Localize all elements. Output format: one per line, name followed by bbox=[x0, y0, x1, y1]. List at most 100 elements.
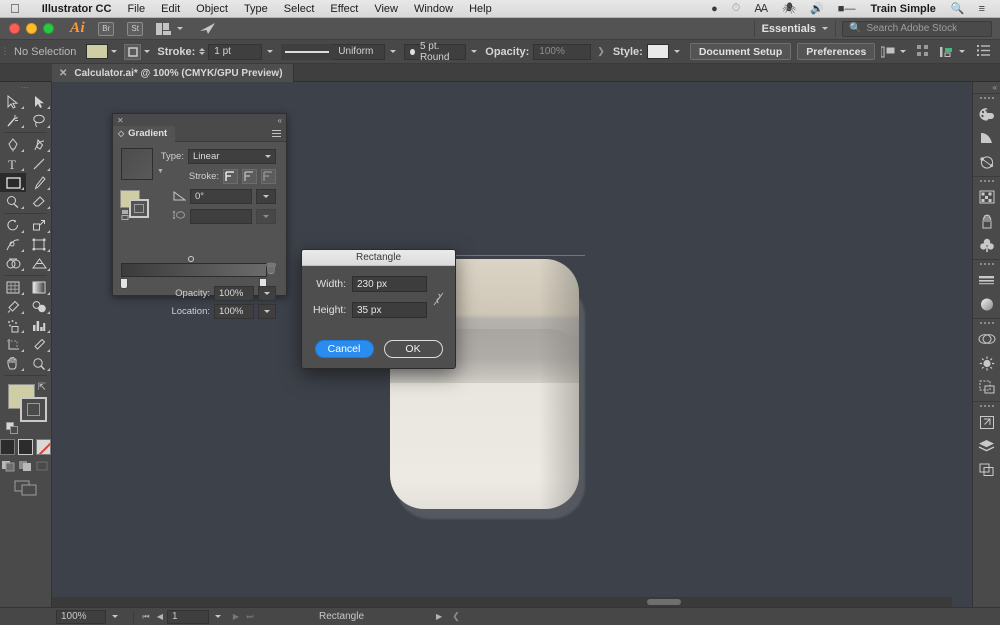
stroke-weight-dropdown-icon[interactable] bbox=[267, 50, 273, 53]
gradient-preview-dropdown-icon[interactable]: ▼ bbox=[157, 168, 164, 175]
transform-icon[interactable] bbox=[881, 46, 906, 58]
ok-button[interactable]: OK bbox=[384, 340, 443, 358]
gradient-angle-field[interactable]: 0° bbox=[190, 189, 252, 204]
close-panel-icon[interactable]: ✕ bbox=[117, 116, 124, 125]
menu-edit[interactable]: Edit bbox=[153, 3, 188, 15]
fill-color-control[interactable] bbox=[86, 44, 117, 59]
gradient-location-dropdown[interactable] bbox=[258, 304, 276, 319]
none-icon[interactable] bbox=[36, 439, 51, 455]
height-input[interactable]: 35 px bbox=[352, 302, 427, 318]
draw-normal-icon[interactable] bbox=[2, 460, 15, 472]
default-fill-stroke-icon[interactable] bbox=[6, 422, 19, 434]
vpn-icon[interactable]: 🕷 bbox=[775, 2, 803, 15]
search-input[interactable]: 🔍 Search Adobe Stock bbox=[842, 21, 992, 37]
color-themes-panel-icon[interactable] bbox=[973, 150, 1000, 174]
fill-swatch[interactable] bbox=[86, 44, 108, 59]
status-collapse-icon[interactable]: ❮ bbox=[452, 611, 460, 622]
graphic-styles-panel-icon[interactable] bbox=[973, 375, 1000, 399]
swatches-panel-icon[interactable] bbox=[973, 185, 1000, 209]
tools-panel-grip[interactable]: ⋯ bbox=[0, 82, 51, 92]
gradient-tool[interactable] bbox=[26, 278, 52, 297]
apply-gradient-across-stroke[interactable] bbox=[261, 169, 276, 184]
brush-definition-dropdown-icon[interactable] bbox=[471, 50, 477, 53]
menu-app-name[interactable]: Illustrator CC bbox=[34, 3, 120, 15]
collapse-panel-icon[interactable]: « bbox=[278, 116, 282, 125]
line-segment-tool[interactable] bbox=[26, 154, 52, 173]
canvas-horizontal-scrollbar[interactable] bbox=[52, 597, 952, 607]
next-artboard-icon[interactable]: ▶ bbox=[229, 612, 243, 621]
opacity-options-icon[interactable]: ❯ bbox=[597, 46, 605, 57]
last-artboard-icon[interactable]: ⏭ bbox=[243, 612, 257, 622]
links-panel-icon[interactable] bbox=[973, 458, 1000, 482]
zoom-tool[interactable] bbox=[26, 354, 52, 373]
artboard-tool[interactable] bbox=[0, 335, 26, 354]
preferences-button[interactable]: Preferences bbox=[797, 43, 875, 60]
pen-tool[interactable] bbox=[0, 135, 26, 154]
transparency-panel-icon[interactable] bbox=[973, 327, 1000, 351]
spotlight-search-icon[interactable]: 🔍 bbox=[944, 2, 972, 15]
battery-icon[interactable]: ■— bbox=[831, 3, 863, 15]
direct-selection-tool[interactable] bbox=[26, 92, 52, 111]
gradient-stroke-box[interactable] bbox=[129, 199, 149, 218]
selection-tool[interactable] bbox=[0, 92, 26, 111]
zoom-level-dropdown-icon[interactable] bbox=[112, 615, 118, 618]
document-tab[interactable]: ✕ Calculator.ai* @ 100% (CMYK/GPU Previe… bbox=[52, 64, 294, 82]
bluetooth-icon[interactable]: Ꜳ bbox=[747, 2, 775, 15]
gradient-panel-resize-grip[interactable]: ▫▫▫ bbox=[113, 288, 286, 295]
time-machine-icon[interactable]: ⏱ bbox=[725, 2, 748, 15]
gradient-aspect-field[interactable] bbox=[190, 209, 252, 224]
apply-gradient-along-stroke[interactable] bbox=[242, 169, 257, 184]
stroke-color-swatch[interactable] bbox=[20, 397, 47, 422]
stroke-profile-dropdown-icon[interactable] bbox=[390, 50, 396, 53]
constrain-proportions-icon[interactable] bbox=[433, 291, 444, 310]
dock-group-handle[interactable] bbox=[973, 319, 1000, 327]
brush-definition-field[interactable]: 5 pt. Round bbox=[404, 44, 466, 60]
color-icon[interactable] bbox=[0, 439, 15, 455]
stroke-weight-stepper[interactable] bbox=[199, 48, 205, 55]
cancel-button[interactable]: Cancel bbox=[315, 340, 374, 358]
eyedropper-tool[interactable] bbox=[0, 297, 26, 316]
dropbox-icon[interactable]: ● bbox=[704, 3, 725, 15]
shaper-tool[interactable] bbox=[0, 192, 26, 211]
type-tool[interactable]: T bbox=[0, 154, 26, 173]
zoom-level-field[interactable]: 100% bbox=[56, 610, 106, 624]
dock-group-handle[interactable] bbox=[973, 94, 1000, 102]
close-window-button[interactable] bbox=[9, 23, 20, 34]
gradient-preview-swatch[interactable] bbox=[121, 148, 153, 180]
column-graph-tool[interactable] bbox=[26, 316, 52, 335]
delete-gradient-stop-icon[interactable]: 🗑 bbox=[264, 262, 278, 275]
color-panel-icon[interactable] bbox=[973, 102, 1000, 126]
graphic-style-swatch[interactable] bbox=[647, 44, 669, 59]
notification-center-icon[interactable]: ≡ bbox=[972, 3, 992, 15]
perspective-grid-tool[interactable] bbox=[26, 254, 52, 273]
brushes-panel-icon[interactable] bbox=[973, 209, 1000, 233]
layers-panel-icon[interactable] bbox=[973, 434, 1000, 458]
zoom-window-button[interactable] bbox=[43, 23, 54, 34]
volume-icon[interactable]: 🔊 bbox=[803, 2, 831, 15]
document-setup-button[interactable]: Document Setup bbox=[690, 43, 791, 60]
workspace-switcher[interactable]: Essentials bbox=[755, 23, 835, 35]
distribute-icon[interactable] bbox=[940, 46, 965, 58]
arrange-documents-icon[interactable] bbox=[156, 23, 183, 35]
curvature-tool[interactable] bbox=[26, 135, 52, 154]
first-artboard-icon[interactable]: ⏮ bbox=[139, 612, 153, 622]
gradient-panel-titlebar[interactable]: ✕ « bbox=[113, 114, 286, 126]
control-bar-grip[interactable]: ⋮ bbox=[0, 40, 10, 63]
dock-group-handle[interactable] bbox=[973, 402, 1000, 410]
menu-effect[interactable]: Effect bbox=[322, 3, 366, 15]
menu-help[interactable]: Help bbox=[461, 3, 500, 15]
gradient-angle-dropdown[interactable] bbox=[256, 189, 276, 204]
gradient-icon[interactable] bbox=[18, 439, 33, 455]
artboard-number-dropdown-icon[interactable] bbox=[215, 615, 221, 618]
stroke-color-control[interactable] bbox=[124, 44, 150, 60]
rectangle-tool[interactable] bbox=[0, 173, 26, 192]
hand-tool[interactable] bbox=[0, 354, 26, 373]
stroke-profile-field[interactable]: Uniform bbox=[333, 44, 385, 60]
rotate-tool[interactable] bbox=[0, 216, 26, 235]
menu-file[interactable]: File bbox=[119, 3, 153, 15]
menu-type[interactable]: Type bbox=[236, 3, 276, 15]
dock-group-handle[interactable] bbox=[973, 260, 1000, 268]
menu-object[interactable]: Object bbox=[188, 3, 236, 15]
stroke-panel-icon[interactable] bbox=[973, 268, 1000, 292]
expand-dock-icon[interactable]: « bbox=[973, 82, 1000, 93]
